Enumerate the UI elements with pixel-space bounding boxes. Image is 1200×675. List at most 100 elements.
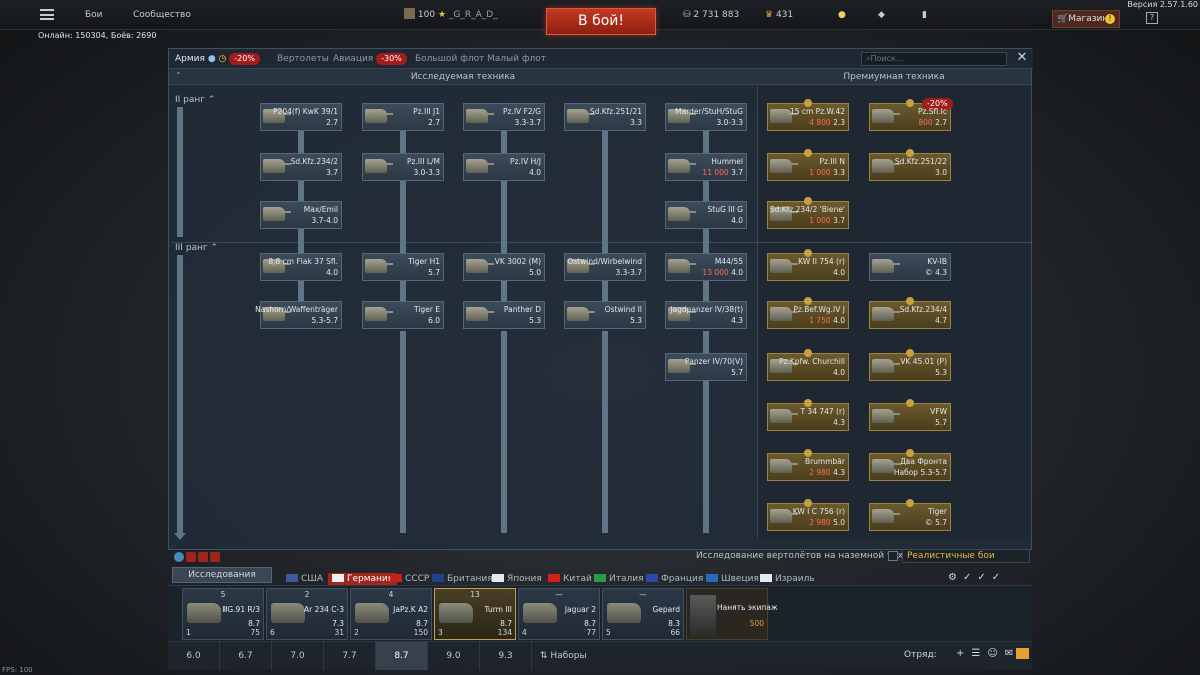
premium-vehicle-card[interactable]: KW I C 756 (r) 2 980 5.0 [767, 499, 849, 531]
silver-lions[interactable]: ⛁ 2 731 883 [683, 0, 739, 30]
br-tab[interactable]: 6.0 [168, 642, 220, 670]
tab-aviation[interactable]: Авиация -30% [333, 49, 407, 69]
repair-icon[interactable]: ✓ [977, 572, 991, 583]
br-tab[interactable]: 7.0 [272, 642, 324, 670]
nation-ussr[interactable]: СССР [390, 573, 429, 585]
tab-helicopters[interactable]: Вертолеты [277, 49, 329, 69]
vehicle-card[interactable]: P204(f) KwK 39/1 2.7 [260, 103, 342, 131]
vehicle-card[interactable]: Nashorn/Waffenträger 5.3-5.7 [255, 301, 342, 329]
premium-vehicle-card[interactable]: Tiger © 5.7 [869, 499, 951, 531]
br-tab-selected[interactable]: 8.7 [376, 642, 428, 670]
br-tab[interactable]: 7.7 [324, 642, 376, 670]
premium-vehicle-card[interactable]: Sd.Kfz.234/2 'Biene' 1 000 3.7 [767, 197, 849, 229]
nation-sweden[interactable]: Швеция [706, 573, 759, 585]
aircraft-icon [187, 603, 221, 623]
nation-italy[interactable]: Италия [594, 573, 644, 585]
nation-usa[interactable]: США [286, 573, 323, 585]
crew-slot[interactable]: — Jaguar 2 8.7 4 77 [518, 588, 600, 640]
premium-vehicle-card[interactable]: Pz.Kpfw. Churchill 4.0 [767, 349, 849, 381]
search-input[interactable]: ⌕Поиск... [861, 52, 1007, 66]
coupon-icon[interactable]: ▮ [922, 0, 927, 30]
vehicle-card[interactable]: Ostwind II 5.3 [564, 301, 646, 329]
nation-britain[interactable]: Британия [432, 573, 493, 585]
collapse-all-icon[interactable]: ⌃ [175, 71, 182, 80]
premium-vehicle-card[interactable]: VK 45.01 (P) 5.3 [869, 349, 951, 381]
player-avatar[interactable]: 100 ★ _G_R_A_D_ [404, 0, 498, 30]
vehicle-card[interactable]: Panther D 5.3 [463, 301, 545, 329]
slot-crew-level: 31 [334, 628, 344, 637]
vehicle-card[interactable]: M44/55 13 000 4.0 [665, 253, 747, 281]
rank-2-label[interactable]: II ранг ⌃ [175, 95, 215, 105]
crew-slot[interactable]: 4 JaPz.K A2 8.7 2 150 [350, 588, 432, 640]
mail-icon[interactable] [1016, 648, 1029, 659]
nation-germany[interactable]: Германия [328, 573, 398, 585]
premium-account-icon[interactable]: ◆ [878, 0, 885, 30]
premium-vehicle-card[interactable]: Pz.III N 1 000 3.3 [767, 149, 849, 181]
lightbulb-icon[interactable]: ● [838, 0, 846, 30]
vehicle-card[interactable]: Pz.IV H/J 4.0 [463, 153, 545, 181]
bundle-card[interactable]: Два Фронта Набор 5.3-5.7 [869, 449, 951, 481]
close-icon[interactable]: ✕ [1015, 51, 1029, 65]
friends-icon[interactable]: ☺ [987, 648, 1004, 659]
ammo-icon[interactable]: ✓ [992, 572, 1006, 583]
premium-vehicle-card[interactable]: VFW 5.7 [869, 399, 951, 431]
presets-button[interactable]: ⇅ Наборы [540, 642, 587, 670]
premium-vehicle-card[interactable]: Pz.Bef.Wg.IV J 1 750 4.0 [767, 297, 849, 329]
vehicle-card[interactable]: Panzer IV/70(V) 5.7 [665, 353, 747, 381]
golden-eagles[interactable]: ♛ 431 [765, 0, 793, 30]
game-mode-select[interactable]: Реалистичные бои [902, 549, 1030, 563]
premium-vehicle-card[interactable]: T 34 747 (r) 4.3 [767, 399, 849, 431]
help-button[interactable]: ? [1146, 12, 1158, 24]
vehicle-card[interactable]: 8,8 cm Flak 37 Sfl. 4.0 [260, 253, 342, 281]
menu-battles[interactable]: Бои [85, 0, 103, 30]
nation-japan[interactable]: Япония [492, 573, 542, 585]
premium-vehicle-card[interactable]: KW II 754 (r) 4.0 [767, 249, 849, 281]
premium-vehicle-card[interactable]: Sd.Kfz.251/22 3.0 [869, 149, 951, 181]
plus-icon[interactable]: + [956, 648, 971, 659]
gear-icon[interactable]: ⚙ [948, 572, 963, 583]
menu-community[interactable]: Сообщество [133, 0, 191, 30]
hamburger-menu-icon[interactable] [40, 9, 54, 20]
vehicle-card[interactable]: VK 3002 (M) 5.0 [463, 253, 545, 281]
br-tab[interactable]: 6.7 [220, 642, 272, 670]
vehicle-card[interactable]: Max/Emil 3.7-4.0 [260, 201, 342, 229]
vehicle-card[interactable]: Tiger E 6.0 [362, 301, 444, 329]
vehicle-card[interactable]: Pz.III L/M 3.0-3.3 [362, 153, 444, 181]
vehicle-card[interactable]: Tiger H1 5.7 [362, 253, 444, 281]
tab-bluewater-fleet[interactable]: Большой флот [415, 49, 484, 69]
br-tab[interactable]: 9.0 [428, 642, 480, 670]
nation-china[interactable]: Китай [548, 573, 592, 585]
premium-vehicle-card[interactable]: -20% Pz.Sfl.Ic 800 2.7 [869, 98, 953, 131]
vehicle-card[interactable]: Pz.III J1 2.7 [362, 103, 444, 131]
heli-research-checkbox[interactable] [888, 551, 898, 561]
crew-slot[interactable]: 5 ⅢG.91 R/3 8.7 1 75 [182, 588, 264, 640]
vehicle-card[interactable]: Jagdpanzer IV/38(t) 4.3 [665, 301, 747, 329]
nation-israel[interactable]: Израиль [760, 573, 815, 585]
crew-slot[interactable]: 2 Ar 234 C-3 7.3 6 31 [266, 588, 348, 640]
vehicle-card[interactable]: Sd.Kfz.234/2 3.7 [260, 153, 342, 181]
premium-vehicle-card[interactable]: Brummbär 2 980 4.3 [767, 449, 849, 481]
vehicle-card[interactable]: Hummel 11 000 3.7 [665, 153, 747, 181]
tab-army[interactable]: Армия ● ◷ -20% [175, 49, 260, 69]
rank-3-label[interactable]: III ранг ⌃ [175, 243, 218, 253]
research-button[interactable]: Исследования [172, 567, 272, 583]
crew-slot-selected[interactable]: 13 Turm III 8.7 3 134 [434, 588, 516, 640]
shop-button[interactable]: 🛒Магазин ! [1052, 10, 1120, 28]
vehicle-card[interactable]: Marder/StuH/StuG 3.0-3.3 [665, 103, 747, 131]
hire-crew-slot[interactable]: Нанять экипаж 500 [686, 588, 778, 640]
vehicle-card[interactable]: Ostwind/Wirbelwind 3.3-3.7 [564, 253, 646, 281]
vehicle-card[interactable]: StuG III G 4.0 [665, 201, 747, 229]
crew-slot[interactable]: — Gepard 8.3 5 66 [602, 588, 684, 640]
br-tab[interactable]: 9.3 [480, 642, 532, 670]
to-battle-button[interactable]: В бой! [546, 8, 656, 35]
tab-coastal-fleet[interactable]: Малый флот [487, 49, 546, 69]
vehicle-price: 1 000 3.3 [809, 168, 845, 177]
vehicle-card[interactable]: Sd.Kfz.251/21 3.3 [564, 103, 646, 131]
wrench-icon[interactable]: ✓ [963, 572, 977, 583]
nation-france[interactable]: Франция [646, 573, 703, 585]
premium-vehicle-card[interactable]: KV-IB © 4.3 [869, 253, 951, 281]
premium-vehicle-card[interactable]: Sd.Kfz.234/4 4.7 [869, 297, 951, 329]
vehicle-card[interactable]: Pz.IV F2/G 3.3-3.7 [463, 103, 545, 131]
premium-vehicle-card[interactable]: 15 cm Pz.W.42 4 800 2.3 [767, 99, 849, 131]
list-icon[interactable]: ☰ [971, 648, 987, 659]
